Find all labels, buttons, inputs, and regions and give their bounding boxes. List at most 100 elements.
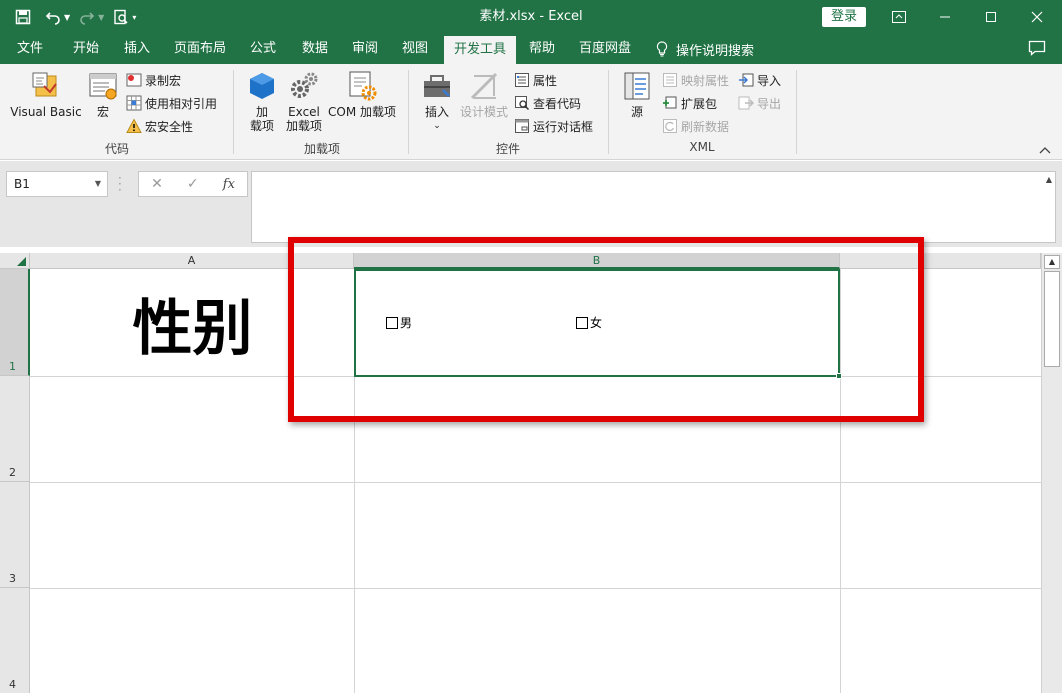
tab-page-layout[interactable]: 页面布局 (168, 34, 232, 64)
name-box-value: B1 (14, 177, 30, 191)
controls-group-label: 控件 (495, 142, 520, 156)
run-dialog-button[interactable]: 运行对话框 (514, 116, 593, 136)
cancel-icon[interactable]: ✕ (151, 176, 163, 192)
properties-button[interactable]: 属性 (514, 70, 557, 90)
view-code-icon (515, 96, 530, 111)
import-label: 导入 (757, 73, 782, 88)
expansion-packs-label: 扩展包 (681, 96, 718, 111)
tab-file[interactable]: 文件 (8, 34, 52, 64)
visual-basic-button[interactable]: Visual Basic (8, 70, 84, 119)
minimize-icon[interactable] (922, 0, 968, 34)
select-all-button[interactable] (0, 253, 30, 269)
macros-button[interactable]: 宏 (86, 70, 120, 119)
expansion-packs-button[interactable]: 扩展包 (662, 93, 717, 113)
macros-label: 宏 (96, 105, 109, 119)
tell-me-search[interactable]: 操作说明搜索 (656, 34, 754, 64)
relative-reference-button[interactable]: 使用相对引用 (126, 93, 217, 113)
worksheet-grid: A B 1 2 3 4 性别 男 女 ▲ (0, 253, 1062, 693)
formula-input[interactable]: ▲ (251, 171, 1056, 243)
refresh-icon (663, 119, 677, 133)
row-number: 1 (9, 360, 16, 373)
save-icon[interactable] (10, 4, 36, 30)
group-separator (796, 70, 797, 154)
design-mode-button[interactable]: 设计模式 (458, 70, 510, 119)
ribbon-display-options-icon[interactable] (876, 0, 922, 34)
insert-control-label: 插入 (424, 105, 449, 119)
column-header-c[interactable] (840, 253, 1041, 269)
tab-view[interactable]: 视图 (392, 34, 438, 64)
export-label: 导出 (757, 96, 782, 111)
view-code-button[interactable]: 查看代码 (514, 93, 581, 113)
macro-security-button[interactable]: 宏安全性 (126, 116, 193, 136)
chevron-up-icon[interactable]: ▲ (1046, 175, 1052, 184)
row-number: 4 (9, 678, 16, 691)
insert-function-icon[interactable]: fx (223, 177, 235, 192)
tab-baidu-netdisk[interactable]: 百度网盘 (570, 34, 640, 64)
collapse-ribbon-icon[interactable] (1038, 144, 1052, 158)
cell-a1[interactable]: 性别 (31, 270, 354, 376)
run-dialog-label: 运行对话框 (533, 119, 594, 134)
tab-developer[interactable]: 开发工具 (444, 36, 516, 64)
tab-review[interactable]: 审阅 (342, 34, 388, 64)
design-mode-icon (470, 72, 498, 100)
vertical-scrollbar[interactable]: ▲ (1041, 253, 1062, 693)
print-preview-icon[interactable] (108, 4, 134, 30)
checkbox-male-label: 男 (400, 316, 413, 330)
row-header-3[interactable]: 3 (0, 482, 30, 588)
customize-qat-icon[interactable]: ▾ (132, 13, 136, 22)
toolbox-icon (424, 75, 450, 97)
fill-handle[interactable] (836, 373, 842, 379)
com-addins-button[interactable]: COM 加载项 (326, 70, 398, 119)
enter-icon[interactable]: ✓ (187, 176, 199, 192)
export-icon (738, 96, 754, 110)
scrollbar-thumb[interactable] (1044, 271, 1060, 367)
record-macro-button[interactable]: 录制宏 (126, 70, 181, 90)
tab-formulas[interactable]: 公式 (240, 34, 286, 64)
tab-help[interactable]: 帮助 (520, 34, 564, 64)
column-header-a[interactable]: A (30, 253, 354, 269)
row-header-1[interactable]: 1 (0, 269, 30, 376)
undo-dropdown-icon[interactable]: ▼ (64, 13, 70, 22)
ribbon-developer: Visual Basic 宏 录制宏 使用相对引用 宏安全性 代码 加 载项 E… (0, 64, 1062, 160)
name-box[interactable]: B1 ▼ (6, 171, 108, 197)
map-properties-label: 映射属性 (681, 73, 730, 88)
checkbox-male[interactable]: 男 (386, 314, 412, 331)
export-button[interactable]: 导出 (738, 93, 781, 113)
macros-icon (89, 73, 117, 100)
chevron-down-icon[interactable]: ▼ (95, 172, 101, 196)
chevron-down-icon[interactable]: ⌄ (418, 119, 456, 133)
quick-access-toolbar: ▼ ▼ ▾ (10, 0, 136, 34)
maximize-icon[interactable] (968, 0, 1014, 34)
tab-insert[interactable]: 插入 (114, 34, 160, 64)
xml-source-button[interactable]: 源 (618, 70, 656, 119)
undo-icon[interactable] (40, 4, 66, 30)
column-header-b[interactable]: B (354, 253, 840, 269)
excel-addins-button[interactable]: Excel 加载项 (284, 70, 324, 133)
row-header-2[interactable]: 2 (0, 376, 30, 482)
login-button[interactable]: 登录 (822, 7, 866, 27)
import-button[interactable]: 导入 (738, 70, 781, 90)
addins-group-label: 加载项 (303, 142, 340, 156)
formula-bar: B1 ▼ · · · ✕ ✓ fx ▲ (0, 161, 1062, 247)
properties-icon (515, 73, 529, 87)
addins-button[interactable]: 加 载项 (242, 70, 282, 133)
insert-control-button[interactable]: 插入 ⌄ (418, 70, 456, 133)
redo-icon[interactable] (74, 4, 100, 30)
map-properties-button[interactable]: 映射属性 (662, 70, 729, 90)
gears-icon (291, 72, 318, 98)
drag-handle-icon[interactable]: · · · (118, 172, 122, 196)
tab-data[interactable]: 数据 (292, 34, 338, 64)
checkbox-female[interactable]: 女 (576, 314, 602, 331)
scroll-up-icon[interactable]: ▲ (1044, 255, 1060, 269)
redo-dropdown-icon[interactable]: ▼ (98, 13, 104, 22)
comments-icon[interactable] (1028, 40, 1046, 59)
macro-security-label: 宏安全性 (145, 119, 194, 134)
tab-home[interactable]: 开始 (62, 34, 110, 64)
row-number: 2 (9, 466, 16, 479)
select-all-triangle-icon (17, 257, 26, 266)
row-header-4[interactable]: 4 (0, 588, 30, 693)
close-icon[interactable] (1014, 0, 1060, 34)
relative-reference-icon (126, 95, 142, 111)
checkbox-female-label: 女 (590, 316, 603, 330)
refresh-data-button[interactable]: 刷新数据 (662, 116, 729, 136)
